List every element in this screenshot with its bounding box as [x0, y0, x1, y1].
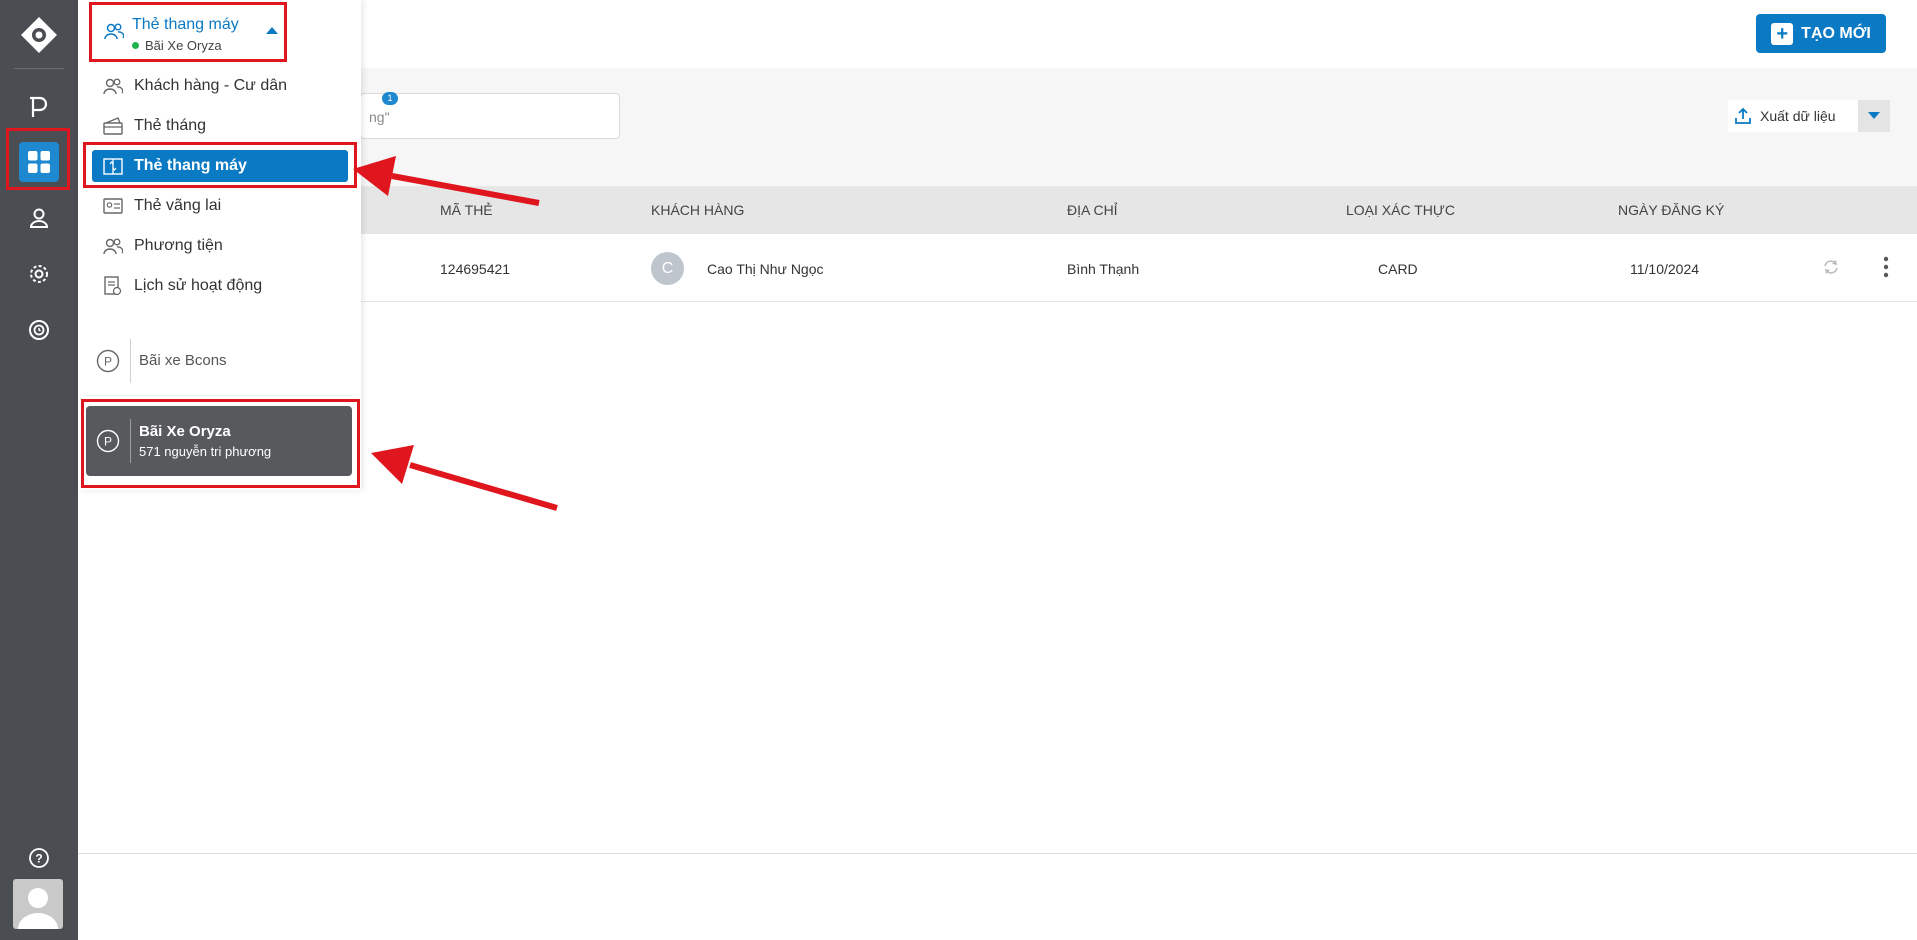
more-options-icon[interactable]	[1883, 256, 1889, 281]
upload-icon	[1735, 107, 1751, 124]
customer-cell: Cao Thị Như Ngọc	[707, 261, 824, 277]
count-badge: 1	[382, 92, 398, 105]
parking-icon[interactable]	[19, 87, 59, 127]
customer-avatar: C	[651, 252, 684, 285]
menu-item-customers[interactable]: Khách hàng - Cư dân	[92, 70, 348, 102]
menu-item-label: Phương tiện	[134, 237, 223, 254]
svg-text:P: P	[104, 354, 112, 368]
vehicle-icon	[102, 235, 124, 257]
card-icon	[102, 115, 124, 137]
create-new-button[interactable]: + TẠO MỚI	[1756, 14, 1886, 53]
users-icon	[102, 75, 124, 97]
menu-item-monthly-card[interactable]: Thẻ tháng	[92, 110, 348, 142]
column-customer: KHÁCH HÀNG	[651, 202, 745, 218]
footer-divider	[78, 853, 1917, 854]
annotation-box-lot	[81, 399, 360, 488]
annotation-box-header	[89, 2, 287, 62]
search-input[interactable]: ng"	[360, 93, 620, 139]
refresh-icon[interactable]	[1822, 258, 1840, 279]
lot-divider	[130, 338, 131, 383]
column-registered: NGÀY ĐĂNG KÝ	[1618, 202, 1725, 218]
create-new-label: TẠO MỚI	[1801, 24, 1871, 42]
annotation-box-menu	[83, 142, 357, 188]
menu-item-vehicles[interactable]: Phương tiện	[92, 230, 348, 262]
history-icon[interactable]	[19, 310, 59, 350]
gear-icon[interactable]	[19, 254, 59, 294]
chevron-down-icon[interactable]	[1858, 100, 1890, 132]
export-label: Xuất dữ liệu	[1760, 108, 1836, 124]
address-cell: Bình Thạnh	[1067, 261, 1140, 277]
auth-type-cell: CARD	[1378, 261, 1418, 277]
user-icon[interactable]	[19, 198, 59, 238]
registered-cell: 11/10/2024	[1630, 261, 1700, 277]
rail-divider	[14, 68, 64, 69]
help-icon[interactable]: ?	[19, 838, 59, 878]
svg-text:?: ?	[35, 852, 42, 866]
parking-circle-icon: P	[86, 349, 130, 373]
logo-icon[interactable]	[19, 15, 59, 55]
log-icon	[102, 275, 124, 297]
menu-item-label: Khách hàng - Cư dân	[134, 77, 288, 94]
menu-item-visitor-card[interactable]: Thẻ vãng lai	[92, 190, 348, 222]
id-card-icon	[102, 195, 124, 217]
search-text: ng"	[369, 109, 390, 125]
card-id-cell: 124695421	[440, 261, 511, 277]
column-card-id: MÃ THẺ	[440, 202, 493, 218]
annotation-box-rail	[6, 128, 70, 190]
menu-item-activity-log[interactable]: Lịch sử hoạt động	[92, 270, 348, 302]
lot-name: Bãi xe Bcons	[139, 352, 227, 369]
menu-item-label: Thẻ vãng lai	[134, 197, 222, 214]
column-address: ĐỊA CHỈ	[1067, 202, 1118, 218]
avatar[interactable]	[13, 879, 63, 929]
column-auth-type: LOẠI XÁC THỰC	[1346, 202, 1455, 218]
plus-icon: +	[1771, 22, 1794, 45]
export-button[interactable]: Xuất dữ liệu	[1728, 100, 1858, 132]
export-dropdown[interactable]: Xuất dữ liệu	[1728, 100, 1890, 132]
menu-item-label: Thẻ tháng	[134, 117, 207, 134]
menu-item-label: Lịch sử hoạt động	[134, 277, 263, 294]
parking-lot-item[interactable]: P Bãi xe Bcons	[86, 326, 352, 396]
